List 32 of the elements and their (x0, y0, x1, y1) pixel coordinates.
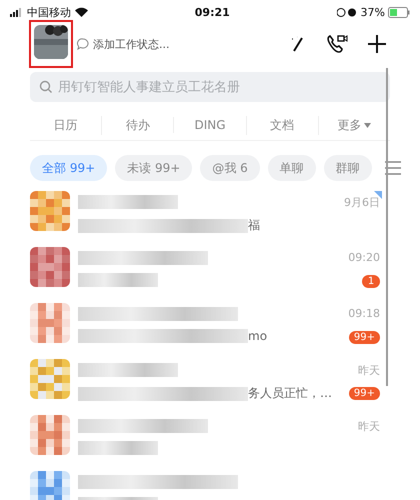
filter-chip[interactable]: 群聊 (324, 155, 372, 181)
chat-time: 9月6日 (344, 195, 380, 209)
search-icon (39, 80, 53, 94)
unread-count: 1 (362, 275, 380, 288)
chat-time: 昨天 (358, 363, 380, 377)
chat-time: 09:20 (348, 251, 380, 265)
carrier-name: 中国移动 (27, 4, 71, 20)
wifi-icon (75, 7, 88, 17)
caret-icon (364, 122, 372, 128)
chat-time: 昨天 (358, 419, 380, 433)
unread-count: 99+ (348, 331, 380, 344)
shortcut-tab[interactable]: 文档 (246, 116, 318, 134)
shortcut-tab[interactable]: DING (173, 117, 246, 133)
filter-chip[interactable]: @我 6 (200, 155, 260, 181)
unread-count: 99+ (348, 387, 380, 400)
message-preview: 务人员正忙，… (248, 385, 332, 402)
chat-time: 09:18 (348, 307, 380, 321)
filter-chip[interactable]: 单聊 (268, 155, 316, 181)
message-preview: 福 (248, 217, 260, 234)
battery-percent: 37% (360, 6, 385, 18)
clock-time: 09:21 (194, 6, 230, 18)
battery-icon (388, 6, 410, 18)
alarm-icon (336, 8, 357, 16)
search-field[interactable]: 用钉钉智能人事建立员工花名册 (30, 72, 390, 102)
work-status-prompt[interactable]: 添加工作状态... (93, 36, 270, 52)
filter-chip[interactable]: 未读 99+ (115, 155, 192, 181)
shortcut-tab[interactable]: 日历 (30, 116, 102, 134)
shortcut-tab[interactable]: 待办 (101, 116, 174, 134)
filter-chip[interactable]: 全部 99+ (30, 155, 108, 181)
speech-bubble-icon (77, 38, 89, 50)
signal-icon (10, 8, 24, 16)
message-preview: mo (248, 329, 268, 343)
